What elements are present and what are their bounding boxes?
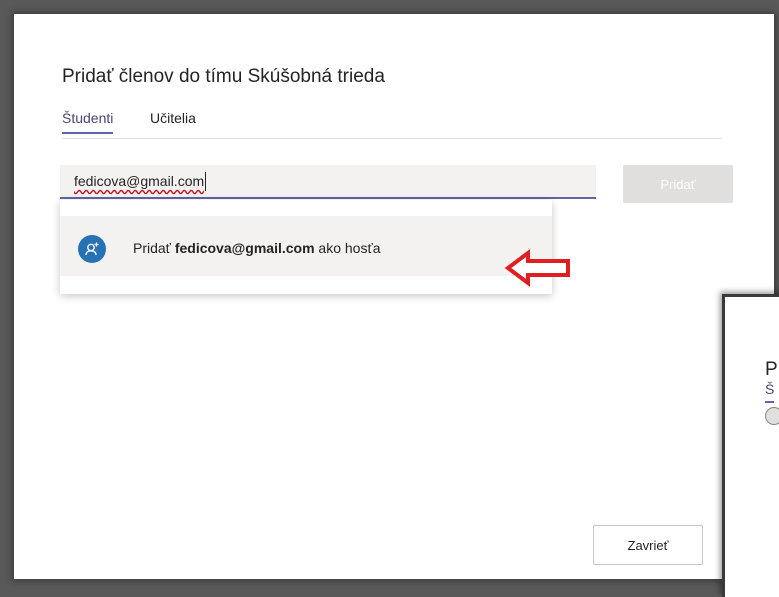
suggestion-prefix: Pridať xyxy=(133,240,175,256)
overlay-input-chip xyxy=(765,407,779,425)
red-arrow-icon xyxy=(504,249,570,287)
suggestion-dropdown: Pridať fedicova@gmail.com ako hosťa xyxy=(60,200,552,294)
close-button[interactable]: Zavrieť xyxy=(593,525,703,565)
overlapping-dialog: P Š xyxy=(722,294,779,597)
tab-teachers[interactable]: Učitelia xyxy=(150,110,196,132)
search-input-value: fedicova@gmail.com xyxy=(74,173,205,189)
suggestion-text: Pridať fedicova@gmail.com ako hosťa xyxy=(133,240,381,256)
dialog-title: Pridať členov do tímu Skúšobná trieda xyxy=(62,66,385,87)
add-guest-icon xyxy=(78,235,106,263)
tab-list: Študenti Učitelia xyxy=(62,110,722,139)
add-button[interactable]: Pridať xyxy=(623,165,733,203)
suggestion-email: fedicova@gmail.com xyxy=(174,240,315,256)
suggestion-suffix: ako hosťa xyxy=(314,240,381,256)
overlay-tab-students[interactable]: Š xyxy=(765,381,775,403)
overlay-dialog-title: P xyxy=(765,359,778,380)
member-search-input[interactable]: fedicova@gmail.com xyxy=(60,165,596,199)
add-guest-suggestion[interactable]: Pridať fedicova@gmail.com ako hosťa xyxy=(60,216,552,276)
text-caret xyxy=(205,172,206,191)
add-members-dialog: Pridať členov do tímu Skúšobná trieda Št… xyxy=(14,14,774,579)
tab-students[interactable]: Študenti xyxy=(62,110,114,134)
